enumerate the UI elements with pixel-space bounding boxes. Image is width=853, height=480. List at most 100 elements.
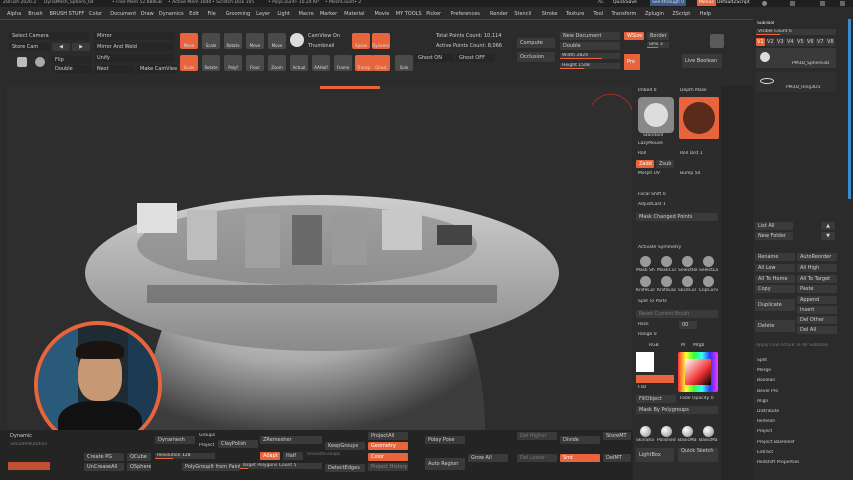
- material-icon[interactable]: [17, 57, 27, 67]
- move-down-button[interactable]: ▼: [821, 232, 835, 240]
- store-mt-button[interactable]: StoreMT: [603, 432, 631, 440]
- action-bevel-pro[interactable]: Bevel Pro: [757, 389, 778, 395]
- shelf-icon-move[interactable]: Move: [180, 33, 198, 49]
- see-through-slider[interactable]: See-through 0: [650, 0, 686, 6]
- version-v7[interactable]: V7: [816, 38, 825, 46]
- action-split[interactable]: Split: [757, 358, 767, 364]
- apply-low-active-button[interactable]: Apply Low Active To All Subtools: [756, 343, 828, 349]
- poly-pose-button[interactable]: Polay Pose: [425, 436, 465, 444]
- spix-slider[interactable]: SPix 3: [647, 42, 669, 48]
- color-picker[interactable]: [678, 352, 718, 392]
- color-swatch-main[interactable]: [636, 352, 654, 372]
- smooth-groups-toggle[interactable]: SmoothGroups: [307, 452, 340, 458]
- prev-cam-button[interactable]: ◀: [52, 43, 70, 51]
- range-slider[interactable]: Range 0: [638, 332, 657, 338]
- create-pg-button[interactable]: Create PG: [84, 453, 124, 461]
- version-v8[interactable]: V8: [826, 38, 835, 46]
- brush-selectre[interactable]: SelectRe: [678, 255, 698, 274]
- unify-button[interactable]: Unify: [94, 54, 174, 62]
- action-redshift-properties[interactable]: Redshift Properties: [757, 460, 799, 466]
- menu-picker[interactable]: Picker: [426, 10, 441, 18]
- primary-color-bar[interactable]: [636, 375, 674, 383]
- duplicate-button[interactable]: Duplicate: [755, 299, 795, 311]
- append-button[interactable]: Append: [797, 296, 837, 304]
- brush-knifecur[interactable]: KnifeCur: [636, 275, 655, 294]
- menu-dynamics[interactable]: Dynamics: [159, 10, 184, 18]
- height-slider[interactable]: Height 1508: [560, 63, 620, 69]
- focal-shift-slider[interactable]: Focal Shift 0: [638, 192, 666, 198]
- menu-preferences[interactable]: Preferences: [451, 10, 480, 18]
- brush-maskcur[interactable]: MaskCur: [657, 255, 676, 274]
- standard-brush-icon[interactable]: [638, 97, 674, 133]
- menu-movie[interactable]: Movie: [375, 10, 390, 18]
- canvas-viewport[interactable]: [7, 85, 632, 449]
- project-toggle[interactable]: Project: [199, 443, 214, 449]
- version-v3[interactable]: V3: [776, 38, 785, 46]
- del-other-button[interactable]: Del Other: [797, 316, 837, 324]
- material-1[interactable]: Polished: [657, 426, 676, 445]
- ghost-off-button[interactable]: Ghost OFF: [456, 54, 494, 62]
- brush-knifelas[interactable]: KnifeLas: [657, 275, 676, 294]
- action-align[interactable]: Align: [757, 399, 768, 405]
- auto-region-button[interactable]: Auto Region: [425, 458, 465, 470]
- flip-button[interactable]: Flip: [52, 56, 92, 64]
- shelf-icon-solo[interactable]: Solo: [395, 55, 413, 71]
- all-low-button[interactable]: All Low: [755, 264, 795, 272]
- split-to-parts-button[interactable]: Split To Parts: [638, 299, 667, 305]
- minimize-icon[interactable]: [820, 1, 825, 6]
- subtool-item-1[interactable]: PM3D_Sphere3D: [756, 48, 836, 68]
- action-merge[interactable]: Merge: [757, 368, 771, 374]
- shelf-icon-dynamic[interactable]: Dynamic: [372, 33, 390, 49]
- action-boolean[interactable]: Boolean: [757, 378, 775, 384]
- version-v6[interactable]: V6: [806, 38, 815, 46]
- new-folder-button[interactable]: New Folder: [755, 232, 793, 240]
- menu-draw[interactable]: Draw: [141, 10, 154, 18]
- menu-transform[interactable]: Transform: [612, 10, 637, 18]
- adjust-last-slider[interactable]: AdjustLast 1: [638, 202, 666, 208]
- adapt-button[interactable]: Adapt: [260, 452, 280, 460]
- shelf-icon-actual[interactable]: Actual: [290, 55, 308, 71]
- fade-opacity-slider[interactable]: Fade Opacity 0: [680, 396, 714, 402]
- all-high-button[interactable]: All High: [797, 264, 837, 272]
- half-button[interactable]: Half: [283, 452, 303, 460]
- detect-edges-button[interactable]: DetectEdges: [325, 464, 365, 472]
- brush-selectla[interactable]: SelectLa: [699, 255, 718, 274]
- menu-render[interactable]: Render: [490, 10, 508, 18]
- keepgroups-button[interactable]: KeepGroups: [325, 442, 365, 450]
- shelf-icon-move[interactable]: Move: [268, 33, 286, 49]
- menu-macro[interactable]: Macro: [299, 10, 314, 18]
- thumbnail-toggle[interactable]: Thumbnail: [308, 43, 334, 50]
- groups-toggle[interactable]: Groups: [199, 433, 215, 439]
- menu-light[interactable]: Light: [277, 10, 289, 18]
- double-doc-button[interactable]: Double: [560, 42, 620, 50]
- all-to-home-button[interactable]: All To Home: [755, 275, 795, 283]
- list-all-button[interactable]: List All: [755, 222, 793, 230]
- activate-symmetry-button[interactable]: Activate Symmetry: [638, 245, 681, 251]
- version-v5[interactable]: V5: [796, 38, 805, 46]
- resolution-slider[interactable]: Resolution 128: [155, 453, 215, 459]
- menu-stroke[interactable]: Stroke: [542, 10, 558, 18]
- quicksave-button[interactable]: QuickSave: [613, 0, 637, 6]
- menu-material[interactable]: Material: [344, 10, 364, 18]
- action-project[interactable]: Project: [757, 429, 772, 435]
- version-v2[interactable]: V2: [766, 38, 775, 46]
- material-2[interactable]: BasicMa: [678, 426, 697, 445]
- pro-button[interactable]: Pro: [624, 54, 640, 70]
- store-cam-button[interactable]: Store Cam: [9, 43, 49, 51]
- menu-texture[interactable]: Texture: [566, 10, 584, 18]
- imbed-slider[interactable]: Imbed 0: [638, 88, 657, 94]
- next-button[interactable]: Next: [94, 65, 134, 73]
- quick-sketch-button[interactable]: Quick Sketch: [678, 448, 718, 462]
- shelf-icon-aahalf[interactable]: AAHalf: [312, 55, 330, 71]
- default-zscript-button[interactable]: DefaultZScript: [717, 0, 750, 6]
- ghost-on-button[interactable]: Ghost ON: [415, 54, 453, 62]
- insert-button[interactable]: Insert: [797, 306, 837, 314]
- visible-count-slider[interactable]: Visible Count 6: [756, 29, 836, 35]
- rename-button[interactable]: Rename: [755, 253, 795, 261]
- version-v4[interactable]: V4: [786, 38, 795, 46]
- shelf-icon-move[interactable]: Move: [246, 33, 264, 49]
- color-toggle[interactable]: Color: [368, 453, 408, 461]
- del-higher-button[interactable]: Del Higher: [517, 432, 557, 440]
- all-to-target-button[interactable]: All To Target: [797, 275, 837, 283]
- shelf-icon-scale[interactable]: Scale: [180, 55, 198, 71]
